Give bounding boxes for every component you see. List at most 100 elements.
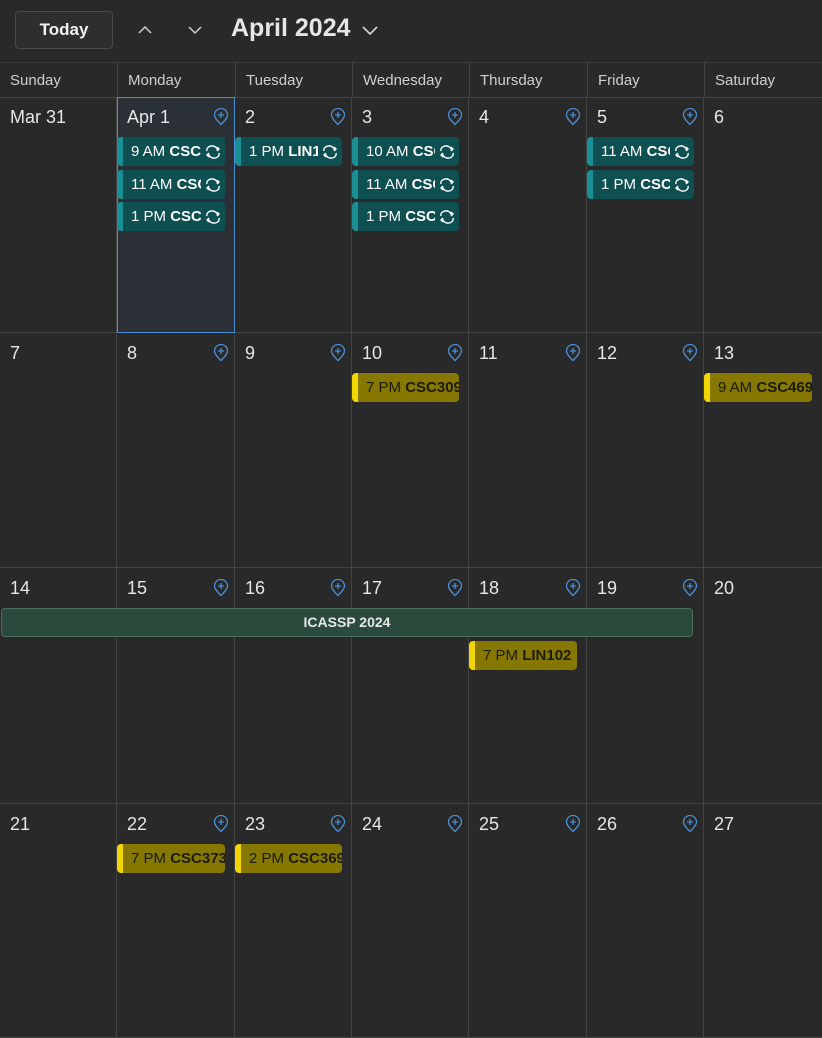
day-cell-saturday[interactable]: 6 bbox=[704, 97, 822, 333]
add-event-icon[interactable] bbox=[213, 578, 229, 597]
add-event-icon[interactable] bbox=[682, 578, 698, 597]
add-event-icon[interactable] bbox=[213, 343, 229, 362]
recurring-icon bbox=[318, 137, 342, 166]
day-number: 12 bbox=[597, 343, 618, 363]
day-cell-friday[interactable]: 12 bbox=[587, 333, 704, 568]
day-cell-tuesday[interactable]: 9 bbox=[235, 333, 352, 568]
add-event-icon[interactable] bbox=[447, 578, 463, 597]
event-title: LIN1 bbox=[288, 143, 321, 160]
add-event-icon[interactable] bbox=[213, 814, 229, 833]
event-time: 1 PM bbox=[366, 208, 402, 225]
calendar-event[interactable]: 1 PM CSC3 bbox=[352, 202, 459, 231]
day-number: 2 bbox=[245, 107, 256, 127]
day-cell-wednesday[interactable]: 24 bbox=[352, 804, 469, 1038]
add-event-icon[interactable] bbox=[447, 343, 463, 362]
weekday-saturday: Saturday bbox=[704, 62, 822, 97]
day-number: 5 bbox=[597, 107, 608, 127]
day-number: 11 bbox=[479, 343, 498, 363]
recurring-icon bbox=[201, 170, 225, 199]
day-cell-friday[interactable]: 26 bbox=[587, 804, 704, 1038]
event-time: 7 PM bbox=[131, 850, 167, 867]
day-number: 14 bbox=[10, 578, 31, 598]
event-title: LIN102 bbox=[522, 647, 572, 664]
day-cell-sunday[interactable]: Mar 31 bbox=[0, 97, 117, 333]
day-cell-monday[interactable]: 22 bbox=[117, 804, 235, 1038]
calendar-event[interactable]: 11 AM CSC bbox=[352, 170, 459, 199]
add-event-icon[interactable] bbox=[682, 814, 698, 833]
calendar-event[interactable]: 1 PM LIN1 bbox=[235, 137, 342, 166]
calendar-event[interactable]: 2 PM CSC369 bbox=[235, 844, 342, 873]
day-cell-thursday[interactable]: 11 bbox=[469, 333, 587, 568]
calendar-event[interactable]: 10 AM CSC bbox=[352, 137, 459, 166]
calendar-event[interactable]: 11 AM CSC bbox=[587, 137, 694, 166]
recurring-icon bbox=[670, 137, 694, 166]
day-cell-tuesday[interactable]: 23 bbox=[235, 804, 352, 1038]
day-number: 19 bbox=[597, 578, 618, 598]
day-cell-tuesday[interactable]: 16 bbox=[235, 568, 352, 804]
day-cell-saturday[interactable]: 13 bbox=[704, 333, 822, 568]
calendar-event[interactable]: 1 PM CSC3 bbox=[587, 170, 694, 199]
allday-event-bar[interactable]: ICASSP 2024 bbox=[1, 608, 693, 637]
day-number: Mar 31 bbox=[10, 107, 67, 127]
add-event-icon[interactable] bbox=[565, 343, 581, 362]
day-cell-saturday[interactable]: 27 bbox=[704, 804, 822, 1038]
recurring-icon bbox=[201, 202, 225, 231]
add-event-icon[interactable] bbox=[447, 107, 463, 126]
add-event-icon[interactable] bbox=[447, 814, 463, 833]
day-cell-tuesday[interactable]: 2 bbox=[235, 97, 352, 333]
day-number: 4 bbox=[479, 107, 490, 127]
add-event-icon[interactable] bbox=[213, 107, 229, 126]
calendar-event[interactable]: 11 AM CSC bbox=[117, 170, 225, 199]
day-number: 15 bbox=[127, 578, 148, 598]
day-number: Apr 1 bbox=[127, 107, 171, 127]
recurring-icon bbox=[435, 170, 459, 199]
weekday-monday: Monday bbox=[117, 62, 235, 97]
day-number: 13 bbox=[714, 343, 735, 363]
calendar-event[interactable]: 7 PM CSC373 bbox=[117, 844, 225, 873]
add-event-icon[interactable] bbox=[682, 107, 698, 126]
day-cell-monday[interactable]: 8 bbox=[117, 333, 235, 568]
add-event-icon[interactable] bbox=[330, 107, 346, 126]
day-cell-saturday[interactable]: 20 bbox=[704, 568, 822, 804]
calendar-event[interactable]: 7 PM CSC309 bbox=[352, 373, 459, 402]
calendar-toolbar: Today April 2024 bbox=[0, 0, 822, 63]
chevron-down-icon[interactable] bbox=[183, 18, 207, 42]
day-number: 24 bbox=[362, 814, 383, 834]
day-number: 7 bbox=[10, 343, 21, 363]
event-title: CSC469 bbox=[756, 379, 812, 396]
chevron-up-icon[interactable] bbox=[133, 18, 157, 42]
day-cell-thursday[interactable]: 18 bbox=[469, 568, 587, 804]
add-event-icon[interactable] bbox=[330, 578, 346, 597]
event-title: CSC369 bbox=[288, 850, 342, 867]
day-cell-monday[interactable]: 15 bbox=[117, 568, 235, 804]
day-number: 18 bbox=[479, 578, 500, 598]
day-number: 27 bbox=[714, 814, 735, 834]
calendar-event[interactable]: 9 AM CSC469 bbox=[704, 373, 812, 402]
add-event-icon[interactable] bbox=[330, 814, 346, 833]
event-time: 1 PM bbox=[601, 176, 637, 193]
event-time: 2 PM bbox=[249, 850, 285, 867]
add-event-icon[interactable] bbox=[330, 343, 346, 362]
day-cell-thursday[interactable]: 25 bbox=[469, 804, 587, 1038]
add-event-icon[interactable] bbox=[682, 343, 698, 362]
add-event-icon[interactable] bbox=[565, 814, 581, 833]
month-title[interactable]: April 2024 bbox=[231, 14, 351, 43]
day-cell-sunday[interactable]: 21 bbox=[0, 804, 117, 1038]
day-cell-friday[interactable]: 5 bbox=[587, 97, 704, 333]
day-cell-friday[interactable]: 19 bbox=[587, 568, 704, 804]
today-button[interactable]: Today bbox=[15, 11, 113, 49]
day-cell-wednesday[interactable]: 17 bbox=[352, 568, 469, 804]
add-event-icon[interactable] bbox=[565, 107, 581, 126]
calendar-event[interactable]: 7 PM LIN102 bbox=[469, 641, 577, 670]
calendar-event[interactable]: 1 PM CSC3 bbox=[117, 202, 225, 231]
month-picker-chevron-icon[interactable] bbox=[360, 20, 382, 42]
day-cell-sunday[interactable]: 7 bbox=[0, 333, 117, 568]
month-grid: Mar 31 Apr 1 2 3 4 5 6 7 8 9 10 11 12 13 14 15 16 17 18 19 2… bbox=[0, 97, 822, 1038]
day-number: 10 bbox=[362, 343, 383, 363]
day-cell-sunday[interactable]: 14 bbox=[0, 568, 117, 804]
day-cell-wednesday[interactable]: 10 bbox=[352, 333, 469, 568]
day-cell-thursday[interactable]: 4 bbox=[469, 97, 587, 333]
add-event-icon[interactable] bbox=[565, 578, 581, 597]
day-number: 23 bbox=[245, 814, 266, 834]
calendar-event[interactable]: 9 AM CSC3 bbox=[117, 137, 225, 166]
